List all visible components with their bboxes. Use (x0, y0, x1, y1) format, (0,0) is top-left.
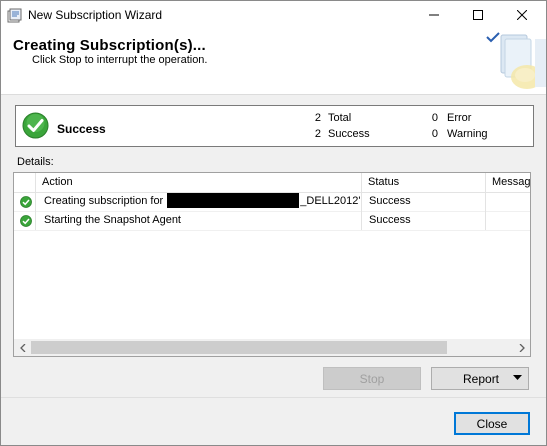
close-icon (517, 10, 527, 20)
action-cell: Creating subscription for _DELL2012' (36, 192, 362, 211)
window-title: New Subscription Wizard (28, 8, 163, 22)
column-header-action[interactable]: Action (36, 173, 362, 192)
details-grid[interactable]: Action Status Message Creating subscript… (13, 172, 531, 357)
report-label: Report (463, 371, 500, 386)
warning-label: Warning (447, 128, 488, 140)
close-window-button[interactable] (500, 1, 544, 29)
horizontal-scrollbar[interactable] (14, 339, 530, 356)
caret-down-icon (513, 375, 522, 380)
error-label: Error (447, 112, 472, 124)
chevron-right-icon (519, 343, 525, 352)
scroll-left-button[interactable] (14, 339, 31, 356)
success-check-icon (20, 196, 32, 208)
minimize-button[interactable] (412, 1, 456, 29)
minimize-icon (429, 14, 439, 16)
action-text-suffix: _DELL2012' (300, 195, 361, 207)
title-bar: New Subscription Wizard (1, 1, 546, 31)
wizard-banner-graphic (479, 31, 546, 94)
stop-button[interactable]: Stop (323, 367, 421, 390)
column-header-message[interactable]: Message (486, 173, 530, 192)
message-cell (486, 211, 530, 230)
action-text: Starting the Snapshot Agent (44, 214, 181, 226)
chevron-left-icon (19, 343, 25, 352)
wizard-body: Success 2 Total 2 Success 0 Error 0 Warn… (1, 95, 546, 445)
status-cell: Success (362, 211, 486, 230)
table-row[interactable]: Creating subscription for _DELL2012' Suc… (14, 192, 530, 212)
message-cell (486, 192, 530, 211)
success-label: Success (328, 128, 370, 140)
page-title: Creating Subscription(s)... (13, 37, 206, 54)
scroll-right-button[interactable] (513, 339, 530, 356)
page-subtitle: Click Stop to interrupt the operation. (32, 54, 208, 66)
table-row[interactable]: Starting the Snapshot Agent Success (14, 211, 530, 231)
action-cell: Starting the Snapshot Agent (36, 211, 362, 230)
summary-panel: Success 2 Total 2 Success 0 Error 0 Warn… (15, 105, 534, 147)
total-label: Total (328, 112, 352, 124)
wizard-window: New Subscription Wizard Creating Subscri… (0, 0, 547, 446)
action-text: Creating subscription for (44, 195, 167, 207)
wizard-header: Creating Subscription(s)... Click Stop t… (1, 31, 546, 95)
grid-header: Action Status Message (14, 173, 530, 193)
success-check-icon (22, 112, 49, 139)
maximize-button[interactable] (456, 1, 500, 29)
redacted-block (167, 192, 300, 208)
close-button[interactable]: Close (454, 412, 530, 435)
status-cell: Success (362, 192, 486, 211)
column-header-status[interactable]: Status (362, 173, 486, 192)
summary-status: Success (57, 122, 106, 136)
column-icon-header (14, 173, 36, 192)
details-label: Details: (17, 156, 54, 168)
app-icon (7, 8, 23, 24)
report-dropdown-button[interactable]: Report (431, 367, 529, 390)
success-check-icon (20, 215, 32, 227)
scrollbar-thumb[interactable] (31, 341, 447, 354)
maximize-icon (473, 10, 483, 20)
